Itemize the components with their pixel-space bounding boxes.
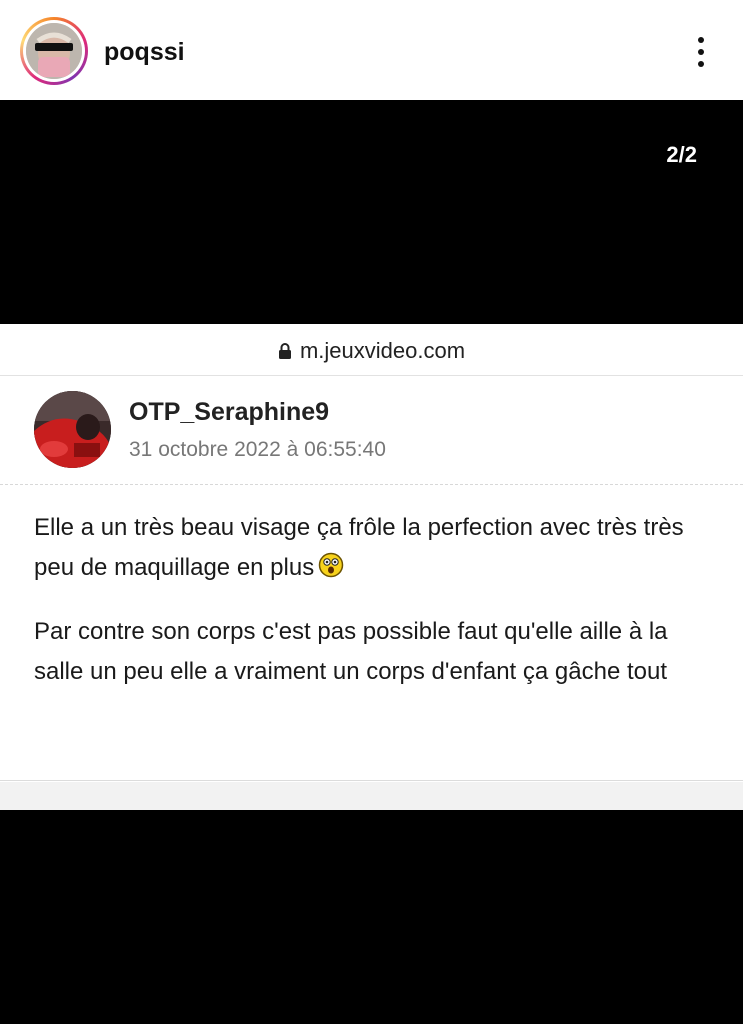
url-text: m.jeuxvideo.com — [299, 338, 466, 363]
forum-post: OTP_Seraphine9 31 octobre 2022 à 06:55:4… — [0, 377, 743, 781]
browser-address-bar: m.jeuxvideo.com — [0, 324, 743, 376]
post-date: 31 octobre 2022 à 06:55:40 — [129, 438, 386, 461]
avatar-image — [26, 23, 82, 79]
media-area-bottom — [0, 810, 743, 1024]
post-paragraph: Par contre son corps c'est pas possible … — [34, 618, 668, 685]
avatar-illustration — [26, 23, 82, 79]
divider — [0, 484, 743, 485]
shocked-smiley-icon — [318, 551, 344, 578]
more-vertical-icon[interactable] — [690, 34, 712, 70]
profile-avatar[interactable] — [20, 17, 88, 85]
separator-strip — [0, 782, 743, 810]
lock-icon — [278, 339, 292, 359]
post-paragraph-1-text: Elle a un très beau visage ça frôle la p… — [34, 514, 684, 581]
username[interactable]: poqssi — [104, 38, 185, 66]
media-area-top: 2/2 — [0, 100, 743, 324]
post-body: Elle a un très beau visage ça frôle la p… — [34, 508, 714, 716]
post-header: poqssi — [0, 0, 743, 100]
author-avatar[interactable] — [34, 391, 111, 468]
post-paragraph: Elle a un très beau visage ça frôle la p… — [34, 508, 714, 588]
carousel-page-counter: 2/2 — [666, 142, 697, 167]
author-avatar-illustration — [34, 391, 111, 468]
post-author[interactable]: OTP_Seraphine9 — [129, 397, 329, 427]
